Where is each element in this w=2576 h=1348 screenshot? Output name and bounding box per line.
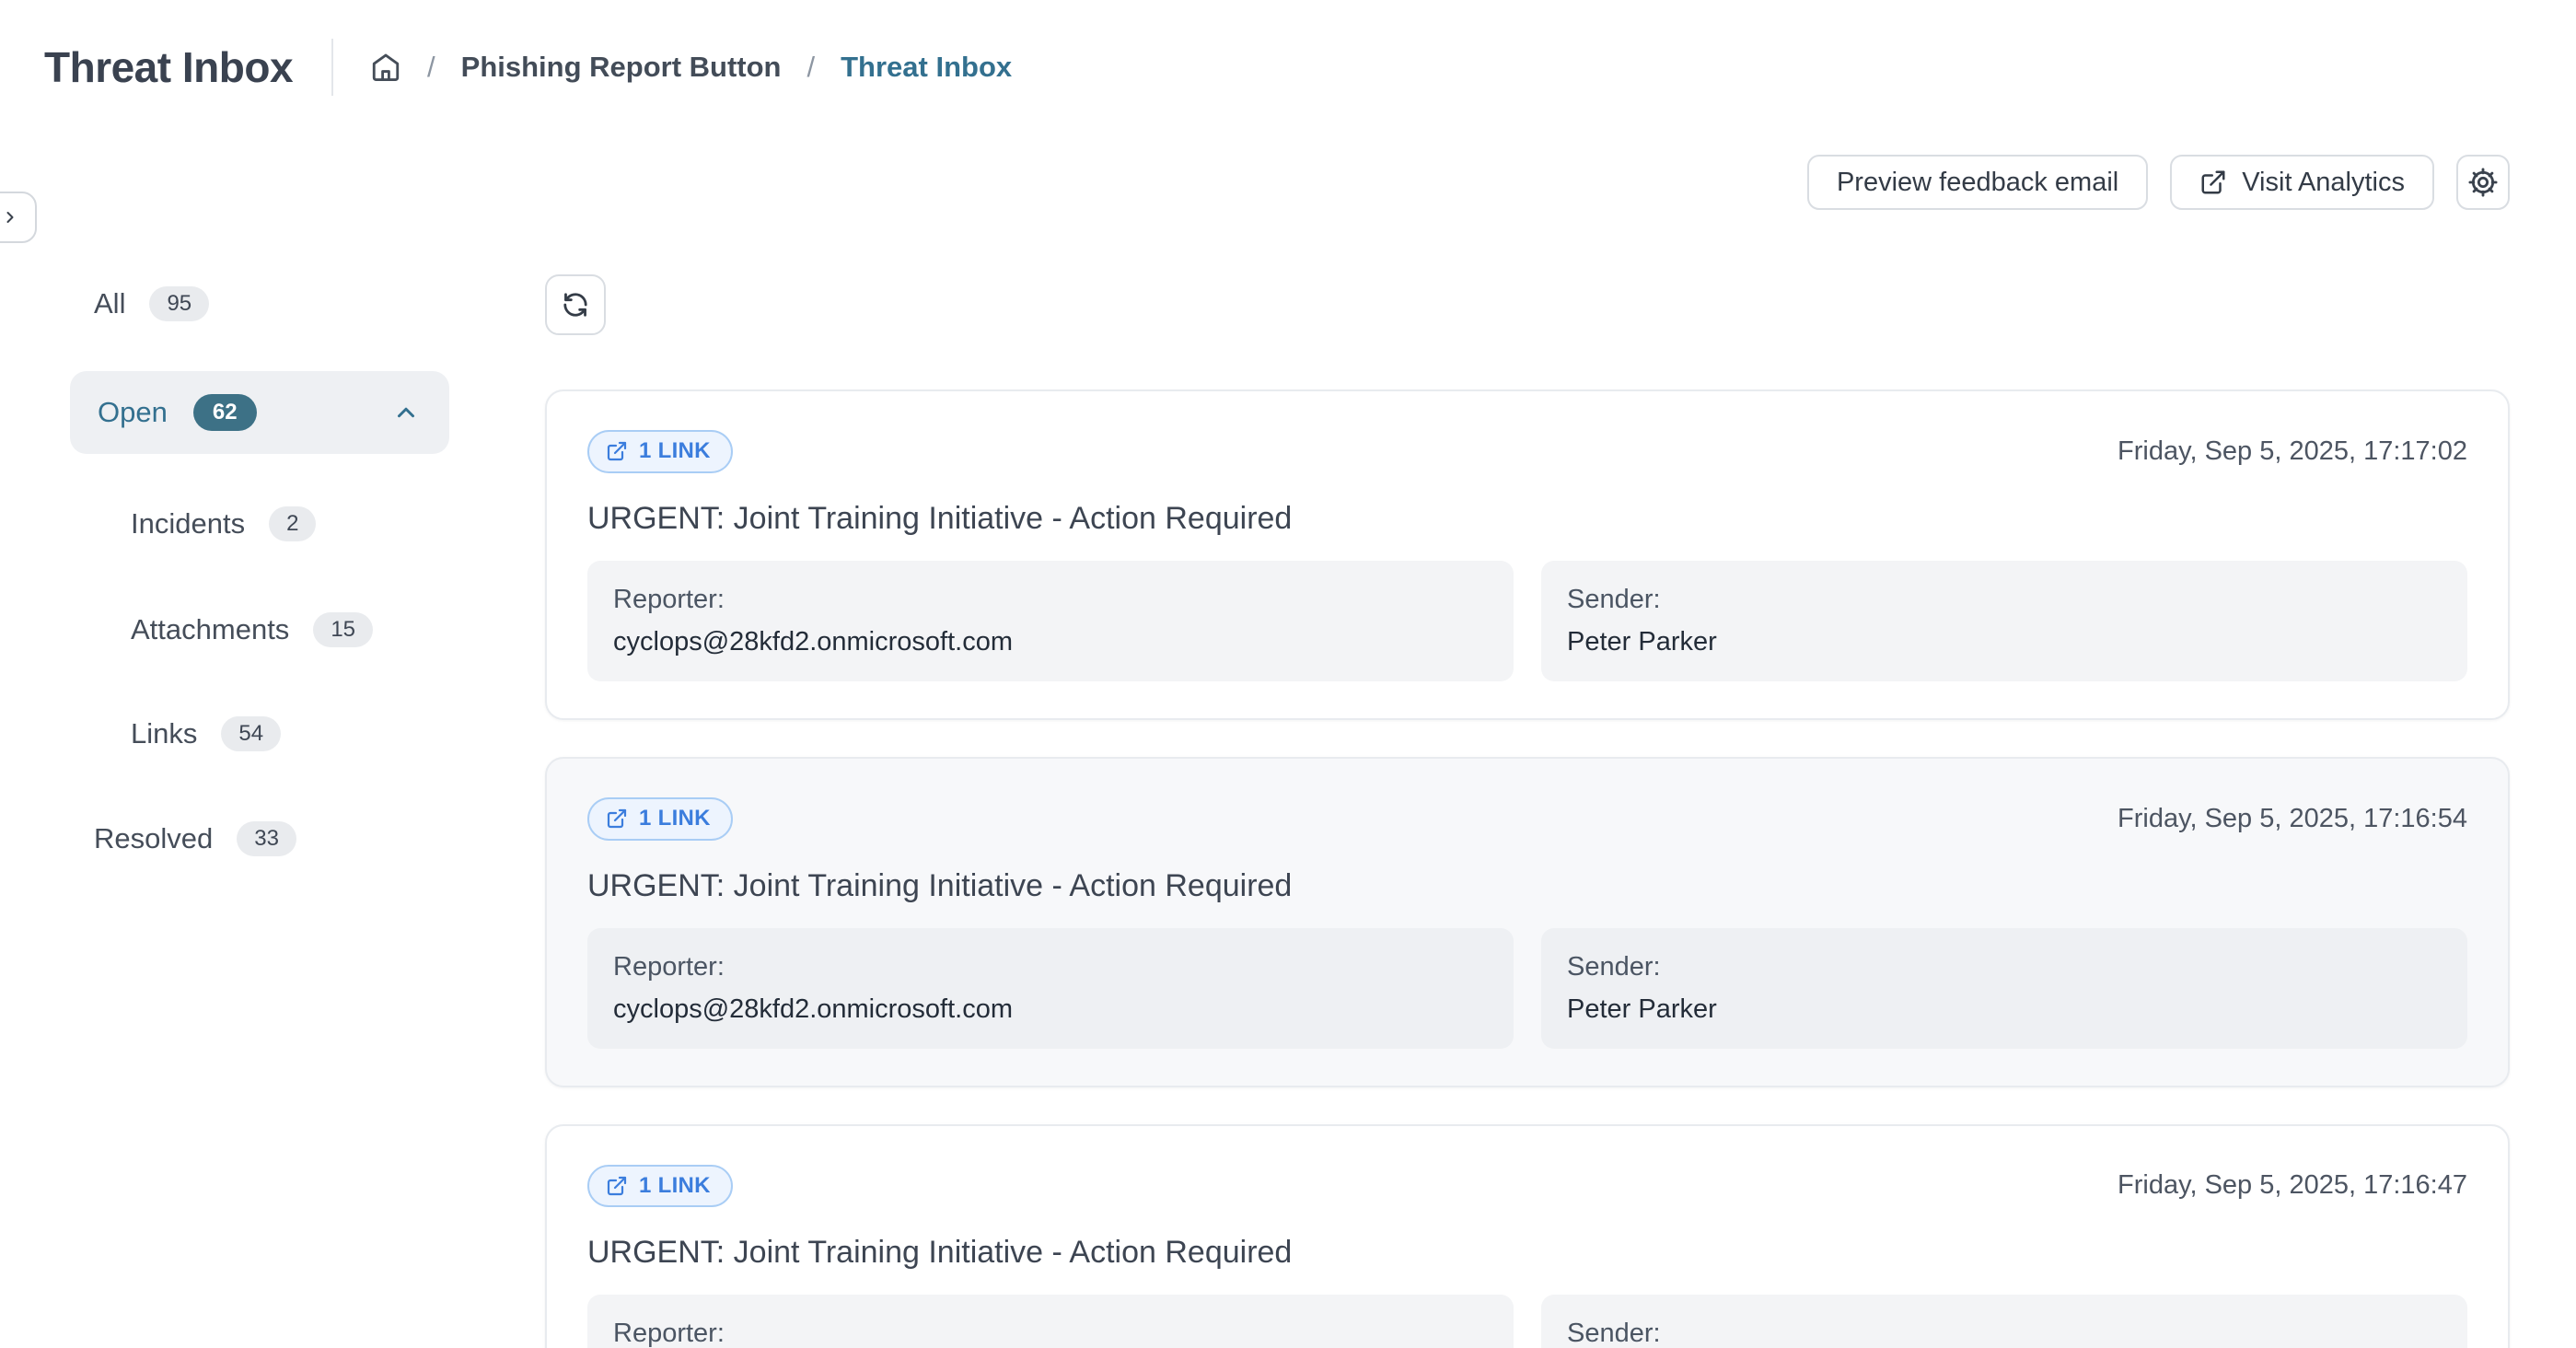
external-link-icon — [606, 808, 628, 830]
sidebar-item-open-label: Open — [98, 396, 168, 429]
sidebar-item-attachments-count: 15 — [313, 612, 373, 647]
report-timestamp: Friday, Sep 5, 2025, 17:17:02 — [2118, 436, 2467, 467]
visit-analytics-label: Visit Analytics — [2242, 168, 2405, 198]
filter-sidebar: All 95 Open 62 Incidents 2 Attachments 1… — [70, 274, 449, 868]
visit-analytics-button[interactable]: Visit Analytics — [2170, 155, 2434, 210]
links-badge-label: 1 LINK — [639, 1173, 711, 1200]
sidebar-item-resolved-label: Resolved — [94, 822, 213, 855]
sidebar-item-incidents-label: Incidents — [131, 507, 245, 540]
external-link-icon — [606, 440, 628, 462]
sidebar-item-resolved[interactable]: Resolved 33 — [70, 809, 449, 868]
gear-icon — [2466, 166, 2500, 199]
report-timestamp: Friday, Sep 5, 2025, 17:16:47 — [2118, 1170, 2467, 1201]
links-badge-label: 1 LINK — [639, 438, 711, 465]
sidebar-item-incidents[interactable]: Incidents 2 — [70, 494, 449, 553]
refresh-button[interactable] — [545, 274, 606, 335]
links-badge-label: 1 LINK — [639, 806, 711, 832]
sender-box: Sender: Peter Parker — [1541, 561, 2467, 681]
sidebar-item-all[interactable]: All 95 — [70, 274, 449, 333]
report-info-row: Reporter: cyclops@28kfd2.onmicrosoft.com… — [587, 1295, 2467, 1348]
reporter-label: Reporter: — [613, 1319, 1488, 1348]
report-timestamp: Friday, Sep 5, 2025, 17:16:54 — [2118, 804, 2467, 834]
sidebar-item-attachments[interactable]: Attachments 15 — [70, 600, 449, 659]
breadcrumb-item-parent[interactable]: Phishing Report Button — [461, 51, 782, 84]
page-header: Threat Inbox / Phishing Report Button / … — [44, 39, 1012, 96]
report-info-row: Reporter: cyclops@28kfd2.onmicrosoft.com… — [587, 928, 2467, 1049]
breadcrumb-separator: / — [807, 51, 816, 84]
sender-value: Peter Parker — [1567, 627, 2442, 657]
breadcrumb-separator: / — [427, 51, 435, 84]
toolbar-actions: Preview feedback email Visit Analytics — [1807, 155, 2510, 210]
sender-box: Sender: Peter Parker — [1541, 1295, 2467, 1348]
sidebar-item-attachments-label: Attachments — [131, 613, 289, 646]
links-badge[interactable]: 1 LINK — [587, 1165, 733, 1208]
sidebar-item-links-count: 54 — [221, 716, 281, 751]
reporter-label: Reporter: — [613, 585, 1488, 615]
threat-card-header: 1 LINK Friday, Sep 5, 2025, 17:16:54 — [587, 797, 2467, 841]
sidebar-item-all-count: 95 — [149, 286, 209, 321]
sidebar-item-resolved-count: 33 — [237, 821, 296, 856]
external-link-icon — [606, 1175, 628, 1197]
threat-card-header: 1 LINK Friday, Sep 5, 2025, 17:17:02 — [587, 430, 2467, 473]
links-badge[interactable]: 1 LINK — [587, 430, 733, 473]
breadcrumb-home[interactable] — [370, 52, 401, 83]
sidebar-item-links-label: Links — [131, 717, 197, 750]
breadcrumb: / Phishing Report Button / Threat Inbox — [370, 51, 1012, 84]
links-badge[interactable]: 1 LINK — [587, 797, 733, 841]
reporter-value: cyclops@28kfd2.onmicrosoft.com — [613, 627, 1488, 657]
sender-label: Sender: — [1567, 585, 2442, 615]
preview-feedback-email-label: Preview feedback email — [1837, 168, 2118, 198]
threat-card-list: 1 LINK Friday, Sep 5, 2025, 17:17:02 URG… — [545, 389, 2510, 1348]
preview-feedback-email-button[interactable]: Preview feedback email — [1807, 155, 2148, 210]
chevron-up-icon — [392, 399, 420, 426]
sidebar-item-open-count: 62 — [193, 394, 257, 431]
home-icon — [370, 52, 401, 83]
sender-label: Sender: — [1567, 1319, 2442, 1348]
threat-list-panel: 1 LINK Friday, Sep 5, 2025, 17:17:02 URG… — [545, 274, 2510, 1348]
reporter-box: Reporter: cyclops@28kfd2.onmicrosoft.com — [587, 928, 1514, 1049]
settings-button[interactable] — [2456, 155, 2510, 210]
reporter-box: Reporter: cyclops@28kfd2.onmicrosoft.com — [587, 561, 1514, 681]
threat-card[interactable]: 1 LINK Friday, Sep 5, 2025, 17:17:02 URG… — [545, 389, 2510, 720]
threat-inbox-screen: Threat Inbox / Phishing Report Button / … — [0, 0, 2576, 1348]
email-subject: URGENT: Joint Training Initiative - Acti… — [587, 501, 2467, 537]
threat-card-header: 1 LINK Friday, Sep 5, 2025, 17:16:47 — [587, 1165, 2467, 1208]
sender-box: Sender: Peter Parker — [1541, 928, 2467, 1049]
sender-label: Sender: — [1567, 952, 2442, 982]
reporter-value: cyclops@28kfd2.onmicrosoft.com — [613, 994, 1488, 1025]
breadcrumb-item-current: Threat Inbox — [841, 51, 1012, 84]
sidebar-collapse-button[interactable] — [0, 192, 37, 243]
report-info-row: Reporter: cyclops@28kfd2.onmicrosoft.com… — [587, 561, 2467, 681]
email-subject: URGENT: Joint Training Initiative - Acti… — [587, 868, 2467, 904]
chevron-right-icon — [1, 208, 19, 227]
sender-value: Peter Parker — [1567, 994, 2442, 1025]
threat-card[interactable]: 1 LINK Friday, Sep 5, 2025, 17:16:47 URG… — [545, 1124, 2510, 1348]
external-link-icon — [2199, 168, 2227, 196]
header-divider — [331, 39, 333, 96]
reporter-label: Reporter: — [613, 952, 1488, 982]
page-title: Threat Inbox — [44, 42, 293, 92]
sidebar-item-incidents-count: 2 — [269, 506, 316, 541]
sidebar-item-links[interactable]: Links 54 — [70, 704, 449, 763]
sidebar-item-all-label: All — [94, 287, 125, 320]
email-subject: URGENT: Joint Training Initiative - Acti… — [587, 1235, 2467, 1271]
sidebar-item-open[interactable]: Open 62 — [70, 371, 449, 454]
reporter-box: Reporter: cyclops@28kfd2.onmicrosoft.com — [587, 1295, 1514, 1348]
refresh-icon — [561, 290, 590, 320]
threat-card[interactable]: 1 LINK Friday, Sep 5, 2025, 17:16:54 URG… — [545, 757, 2510, 1087]
